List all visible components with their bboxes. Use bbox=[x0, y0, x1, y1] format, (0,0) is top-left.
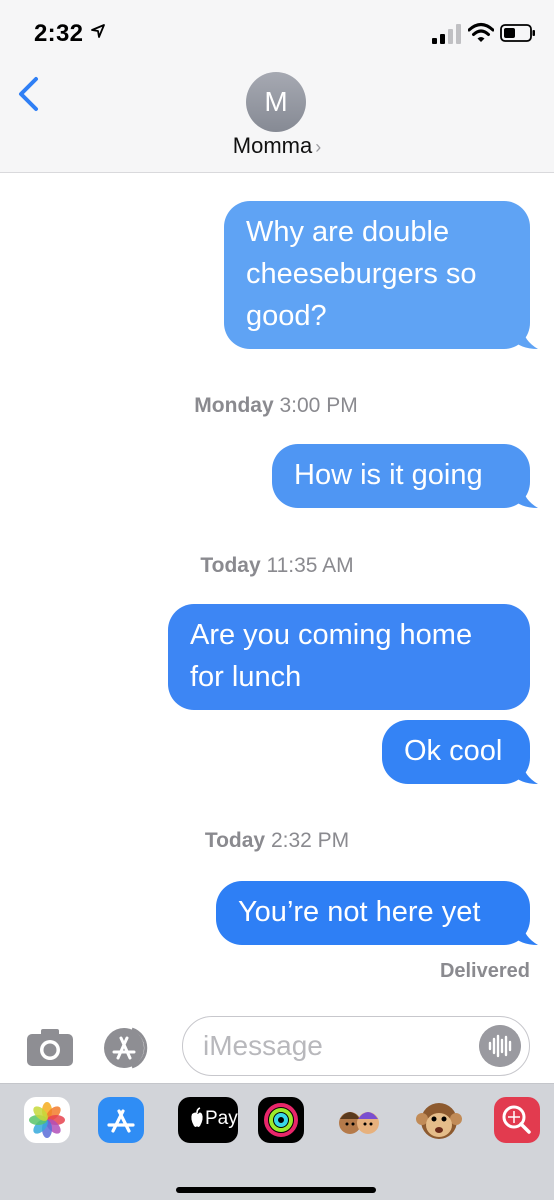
cellular-signal-icon bbox=[432, 24, 461, 44]
message-text: How is it going bbox=[294, 459, 483, 491]
location-arrow-icon bbox=[91, 24, 105, 38]
message-text: Are you coming home for lunch bbox=[190, 619, 473, 693]
contact-chevron-icon: › bbox=[315, 137, 322, 157]
timestamp: Monday 3:00 PM bbox=[0, 394, 553, 418]
message-bubble[interactable]: Are you coming home for lunch bbox=[168, 604, 530, 710]
timestamp: Today 2:32 PM bbox=[0, 829, 554, 853]
battery-icon bbox=[500, 24, 535, 42]
apple-pay-icon[interactable]: Pay bbox=[178, 1097, 238, 1143]
message-text: Ok cool bbox=[404, 735, 503, 767]
timestamp-day: Monday bbox=[194, 394, 274, 417]
timestamp-day: Today bbox=[200, 554, 261, 577]
memoji-icon[interactable] bbox=[336, 1097, 382, 1143]
contact-name-button[interactable]: Momma › bbox=[0, 133, 554, 159]
activity-icon[interactable] bbox=[258, 1097, 304, 1143]
back-chevron-icon[interactable] bbox=[14, 76, 44, 112]
timestamp-time: 3:00 PM bbox=[279, 394, 358, 417]
bubble-tail bbox=[512, 762, 538, 784]
status-time: 2:32 bbox=[34, 20, 84, 47]
timestamp-time: 2:32 PM bbox=[270, 829, 350, 852]
bubble-tail bbox=[512, 327, 538, 349]
delivered-status: Delivered bbox=[439, 960, 530, 982]
bubble-tail bbox=[512, 486, 538, 508]
audio-message-icon[interactable] bbox=[479, 1025, 521, 1067]
app-store-icon[interactable] bbox=[98, 1097, 144, 1143]
message-bubble[interactable]: How is it going bbox=[272, 444, 538, 508]
message-text: Why are double cheeseburgers so good? bbox=[246, 216, 477, 332]
message-text: You’re not here yet bbox=[238, 896, 481, 928]
contact-name: Momma bbox=[232, 133, 313, 158]
imessage-app-drawer: Pay bbox=[0, 1083, 554, 1200]
bubble-tail bbox=[512, 923, 538, 945]
timestamp: Today 11:35 AM bbox=[0, 554, 554, 578]
message-input[interactable]: iMessage bbox=[182, 1016, 530, 1076]
contact-avatar[interactable]: M bbox=[246, 72, 306, 132]
timestamp-day: Today bbox=[204, 829, 266, 852]
wifi-icon bbox=[468, 23, 494, 42]
conversation-header: 2:32 M Momma › bbox=[0, 0, 554, 173]
camera-icon[interactable] bbox=[26, 1027, 74, 1067]
search-web-icon[interactable] bbox=[494, 1097, 540, 1143]
message-input-placeholder: iMessage bbox=[203, 1030, 323, 1061]
apple-pay-label: Pay bbox=[205, 1108, 238, 1129]
message-bubble[interactable]: Why are double cheeseburgers so good? bbox=[224, 201, 538, 349]
photos-icon[interactable] bbox=[24, 1097, 70, 1143]
timestamp-time: 11:35 AM bbox=[266, 554, 354, 577]
app-store-button-icon[interactable] bbox=[102, 1026, 158, 1070]
animoji-icon[interactable] bbox=[416, 1097, 462, 1143]
message-bubble[interactable]: Ok cool bbox=[382, 720, 538, 784]
message-bubble[interactable]: You’re not here yet bbox=[216, 881, 538, 945]
home-indicator[interactable] bbox=[176, 1187, 376, 1193]
